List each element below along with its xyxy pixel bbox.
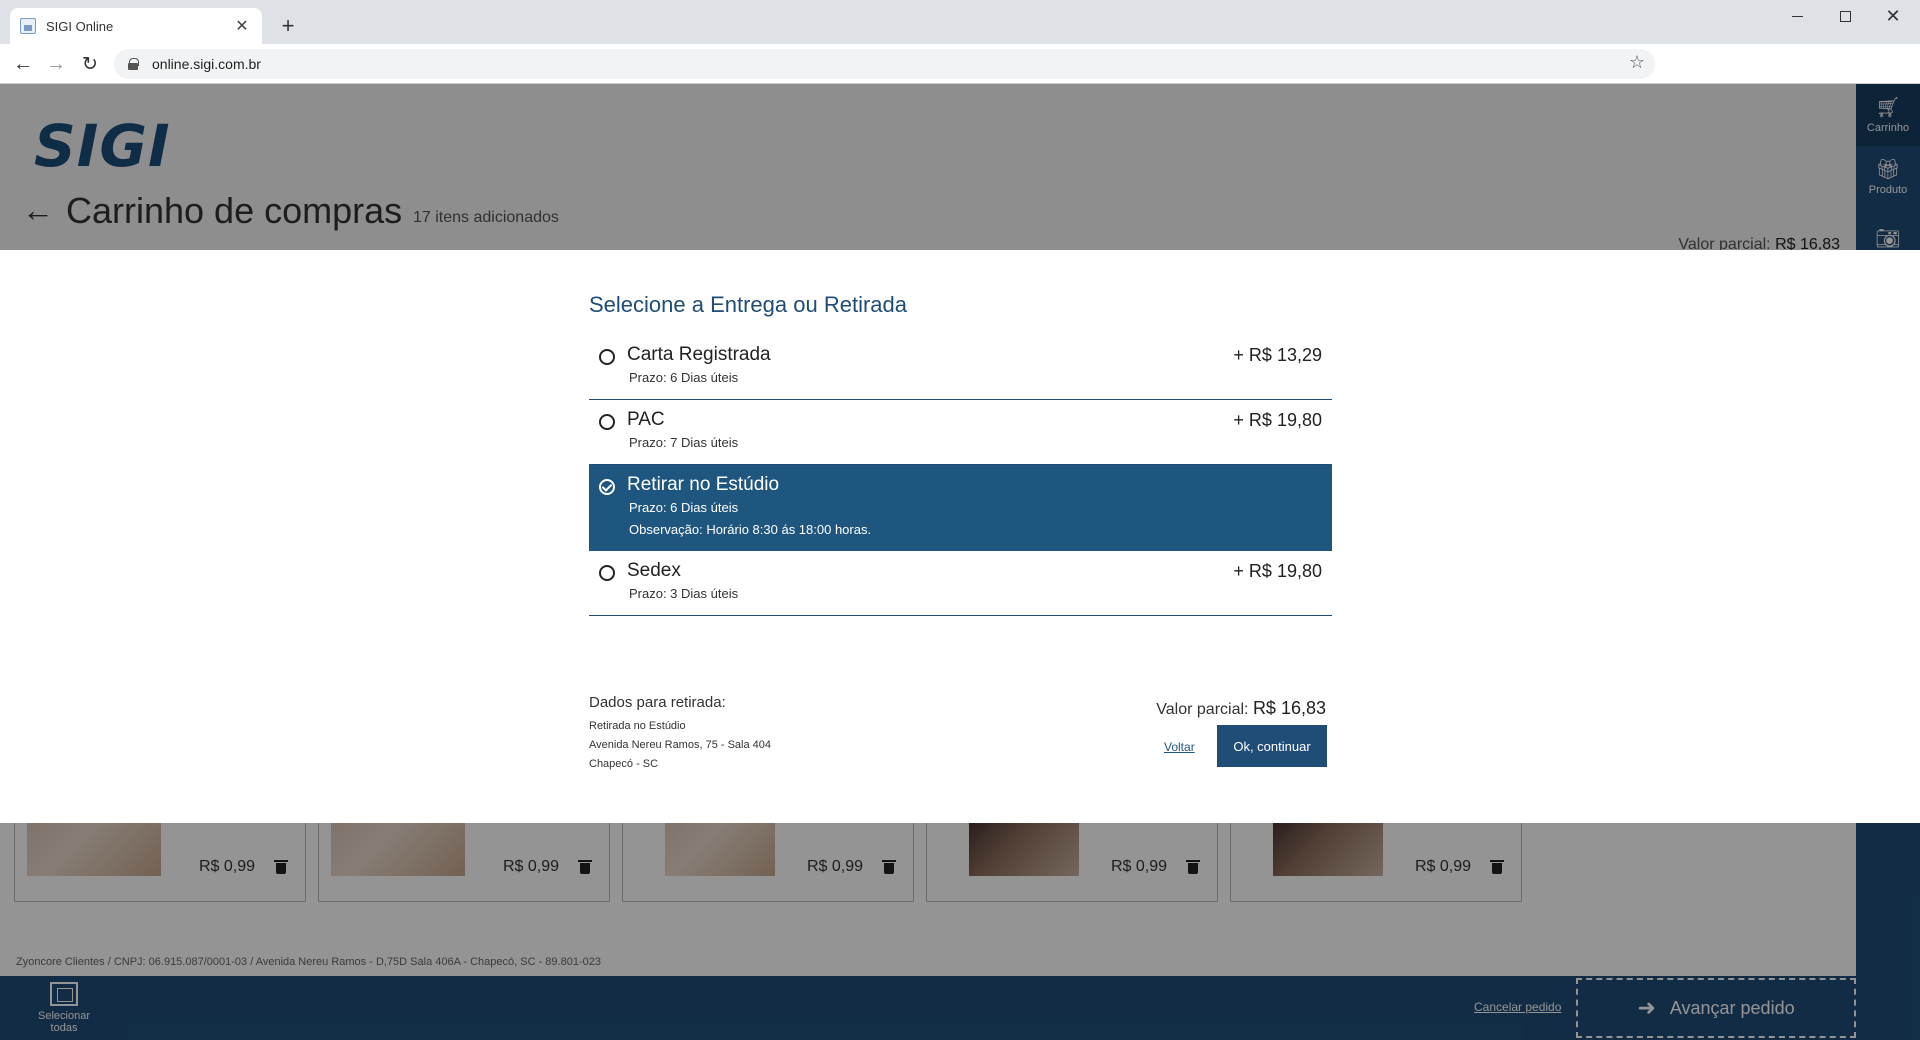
option-retirar-estudio[interactable]: Retirar no Estúdio Prazo: 6 Dias úteis O… [589,465,1332,551]
page: SIGI ← Carrinho de compras 17 itens adic… [0,84,1920,1040]
option-deadline: Prazo: 3 Dias úteis [629,586,739,601]
radio-checked-icon[interactable] [599,479,615,495]
option-deadline: Prazo: 7 Dias úteis [629,435,739,450]
modal-title: Selecione a Entrega ou Retirada [589,292,907,317]
pickup-line: Retirada no Estúdio [589,720,686,732]
option-note: Observação: Horário 8:30 ás 18:00 horas. [629,522,872,537]
close-window-icon[interactable]: ✕ [1870,2,1916,30]
ok-continue-button[interactable]: Ok, continuar [1217,725,1327,767]
pickup-details: Dados para retirada: Retirada no Estúdio… [589,694,771,774]
bookmark-star-icon[interactable]: ☆ [1629,52,1645,73]
lock-icon [128,58,139,70]
close-tab-icon[interactable]: ✕ [232,16,252,36]
option-carta-registrada[interactable]: Carta Registrada + R$ 13,29 Prazo: 6 Dia… [589,335,1332,400]
back-link[interactable]: Voltar [1164,740,1195,754]
browser-tabbar: SIGI Online ✕ + ✕ [0,0,1920,44]
forward-arrow-icon[interactable]: → [42,50,70,78]
option-deadline: Prazo: 6 Dias úteis [629,500,739,515]
new-tab-icon[interactable]: + [276,12,300,40]
option-price: + R$ 13,29 [1233,345,1322,365]
delivery-modal: Selecione a Entrega ou Retirada Carta Re… [0,250,1920,823]
back-arrow-icon[interactable]: ← [9,50,37,78]
option-price: + R$ 19,80 [1233,561,1322,581]
reload-icon[interactable]: ↻ [76,50,104,78]
address-bar[interactable]: online.sigi.com.br ☆ [114,49,1655,79]
browser-toolbar: ← → ↻ online.sigi.com.br ☆ [0,44,1920,84]
favicon-icon [20,18,36,34]
radio-unchecked-icon[interactable] [599,565,615,581]
modal-partial-value: Valor parcial: R$ 16,83 [1156,698,1326,718]
pickup-address: Avenida Nereu Ramos, 75 - Sala 404 [589,739,772,751]
option-sedex[interactable]: Sedex + R$ 19,80 Prazo: 3 Dias úteis [589,551,1332,616]
radio-unchecked-icon[interactable] [599,414,615,430]
tab-title: SIGI Online [46,18,114,34]
option-price: + R$ 19,80 [1233,410,1322,430]
url-text: online.sigi.com.br [152,56,261,72]
maximize-icon[interactable] [1822,2,1868,30]
browser-tab[interactable]: SIGI Online ✕ [10,8,262,44]
pickup-city: Chapecó - SC [589,758,659,770]
pickup-title: Dados para retirada: [589,694,726,711]
option-deadline: Prazo: 6 Dias úteis [629,370,739,385]
minimize-icon[interactable] [1774,2,1820,30]
option-pac[interactable]: PAC + R$ 19,80 Prazo: 7 Dias úteis [589,400,1332,465]
radio-unchecked-icon[interactable] [599,349,615,365]
delivery-options: Carta Registrada + R$ 13,29 Prazo: 6 Dia… [589,335,1332,616]
